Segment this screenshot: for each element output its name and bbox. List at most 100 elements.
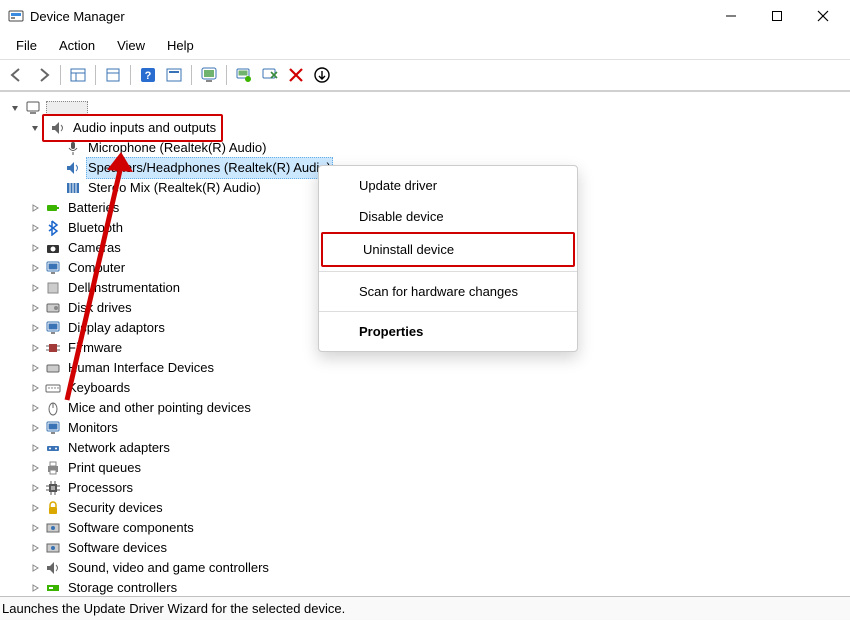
expand-icon[interactable] bbox=[28, 501, 42, 515]
expand-icon[interactable] bbox=[28, 561, 42, 575]
keyboard-icon bbox=[45, 380, 61, 396]
tree-label: DellInstrumentation bbox=[66, 277, 182, 299]
tree-label: Human Interface Devices bbox=[66, 357, 216, 379]
expand-icon[interactable] bbox=[28, 221, 42, 235]
network-icon bbox=[45, 440, 61, 456]
expand-icon[interactable] bbox=[28, 261, 42, 275]
tree-category-printq[interactable]: Print queues bbox=[4, 458, 846, 478]
tree-label: Network adapters bbox=[66, 437, 172, 459]
statusbar: Launches the Update Driver Wizard for th… bbox=[0, 596, 850, 620]
camera-icon bbox=[45, 240, 61, 256]
expand-icon[interactable] bbox=[28, 341, 42, 355]
expand-icon[interactable] bbox=[28, 481, 42, 495]
context-update-driver[interactable]: Update driver bbox=[319, 170, 577, 201]
expand-icon[interactable] bbox=[28, 381, 42, 395]
bluetooth-icon bbox=[45, 220, 61, 236]
back-button[interactable] bbox=[6, 64, 28, 86]
software-component-icon bbox=[45, 520, 61, 536]
scan-hardware-button[interactable] bbox=[198, 64, 220, 86]
tree-category-swdevices[interactable]: Software devices bbox=[4, 538, 846, 558]
expand-icon[interactable] bbox=[28, 441, 42, 455]
tree-category-svg[interactable]: Sound, video and game controllers bbox=[4, 558, 846, 578]
update-driver-button[interactable] bbox=[233, 64, 255, 86]
tree-label: Print queues bbox=[66, 457, 143, 479]
tree-label: Speakers/Headphones (Realtek(R) Audio) bbox=[86, 157, 333, 179]
disk-icon bbox=[45, 300, 61, 316]
tree-category-monitors[interactable]: Monitors bbox=[4, 418, 846, 438]
tree-label: Keyboards bbox=[66, 377, 132, 399]
help-button[interactable]: ? bbox=[137, 64, 159, 86]
expand-icon[interactable] bbox=[28, 301, 42, 315]
tree-category-security[interactable]: Security devices bbox=[4, 498, 846, 518]
toolbar-separator bbox=[226, 65, 227, 85]
tree-category-storage[interactable]: Storage controllers bbox=[4, 578, 846, 598]
tree-category-keyboards[interactable]: Keyboards bbox=[4, 378, 846, 398]
tree-category-swcomponents[interactable]: Software components bbox=[4, 518, 846, 538]
context-scan-hardware[interactable]: Scan for hardware changes bbox=[319, 276, 577, 307]
expand-icon[interactable] bbox=[28, 321, 42, 335]
expand-icon[interactable] bbox=[28, 581, 42, 595]
enable-device-button[interactable] bbox=[311, 64, 333, 86]
chip-icon bbox=[45, 340, 61, 356]
expand-icon[interactable] bbox=[28, 361, 42, 375]
battery-icon bbox=[45, 200, 61, 216]
tree-label: Disk drives bbox=[66, 297, 134, 319]
collapse-icon[interactable] bbox=[8, 101, 22, 115]
action-button[interactable] bbox=[163, 64, 185, 86]
menu-file[interactable]: File bbox=[6, 34, 47, 57]
tree-category-audio[interactable]: Audio inputs and outputs bbox=[4, 118, 846, 138]
tree-label: Microphone (Realtek(R) Audio) bbox=[86, 137, 268, 159]
svg-text:?: ? bbox=[145, 70, 152, 82]
tree-label: Stereo Mix (Realtek(R) Audio) bbox=[86, 177, 263, 199]
display-adapter-icon bbox=[45, 320, 61, 336]
generic-device-icon bbox=[45, 280, 61, 296]
tree-category-mice[interactable]: Mice and other pointing devices bbox=[4, 398, 846, 418]
close-button[interactable] bbox=[800, 0, 846, 32]
show-hide-tree-button[interactable] bbox=[67, 64, 89, 86]
window-title: Device Manager bbox=[30, 9, 708, 24]
uninstall-device-button[interactable] bbox=[285, 64, 307, 86]
properties-button[interactable] bbox=[102, 64, 124, 86]
speaker-icon bbox=[45, 560, 61, 576]
forward-button[interactable] bbox=[32, 64, 54, 86]
tree-label: Audio inputs and outputs bbox=[71, 117, 218, 139]
tree-label: Computer bbox=[66, 257, 127, 279]
expand-icon[interactable] bbox=[28, 281, 42, 295]
expand-icon[interactable] bbox=[28, 521, 42, 535]
software-device-icon bbox=[45, 540, 61, 556]
context-disable-device[interactable]: Disable device bbox=[319, 201, 577, 232]
tree-category-network[interactable]: Network adapters bbox=[4, 438, 846, 458]
expand-icon[interactable] bbox=[28, 401, 42, 415]
tree-label: Software devices bbox=[66, 537, 169, 559]
tree-label: Bluetooth bbox=[66, 217, 125, 239]
mixer-icon bbox=[65, 180, 81, 196]
lock-icon bbox=[45, 500, 61, 516]
context-separator bbox=[319, 271, 577, 272]
menu-help[interactable]: Help bbox=[157, 34, 204, 57]
tree-label: Processors bbox=[66, 477, 135, 499]
tree-item-microphone[interactable]: Microphone (Realtek(R) Audio) bbox=[4, 138, 846, 158]
mouse-icon bbox=[45, 400, 61, 416]
maximize-button[interactable] bbox=[754, 0, 800, 32]
minimize-button[interactable] bbox=[708, 0, 754, 32]
menu-view[interactable]: View bbox=[107, 34, 155, 57]
expand-icon[interactable] bbox=[28, 201, 42, 215]
collapse-icon[interactable] bbox=[28, 121, 42, 135]
tree-label: Batteries bbox=[66, 197, 121, 219]
tree-category-processors[interactable]: Processors bbox=[4, 478, 846, 498]
context-properties[interactable]: Properties bbox=[319, 316, 577, 347]
hid-icon bbox=[45, 360, 61, 376]
disable-device-button[interactable] bbox=[259, 64, 281, 86]
toolbar: ? bbox=[0, 60, 850, 92]
speaker-icon bbox=[65, 160, 81, 176]
speaker-icon bbox=[50, 120, 66, 136]
expand-icon[interactable] bbox=[28, 541, 42, 555]
expand-icon[interactable] bbox=[28, 241, 42, 255]
expand-icon[interactable] bbox=[28, 461, 42, 475]
tree-category-hid[interactable]: Human Interface Devices bbox=[4, 358, 846, 378]
expand-icon[interactable] bbox=[28, 421, 42, 435]
monitor-icon bbox=[45, 260, 61, 276]
context-uninstall-device[interactable]: Uninstall device bbox=[323, 234, 573, 265]
tree-label: Display adaptors bbox=[66, 317, 167, 339]
menu-action[interactable]: Action bbox=[49, 34, 105, 57]
